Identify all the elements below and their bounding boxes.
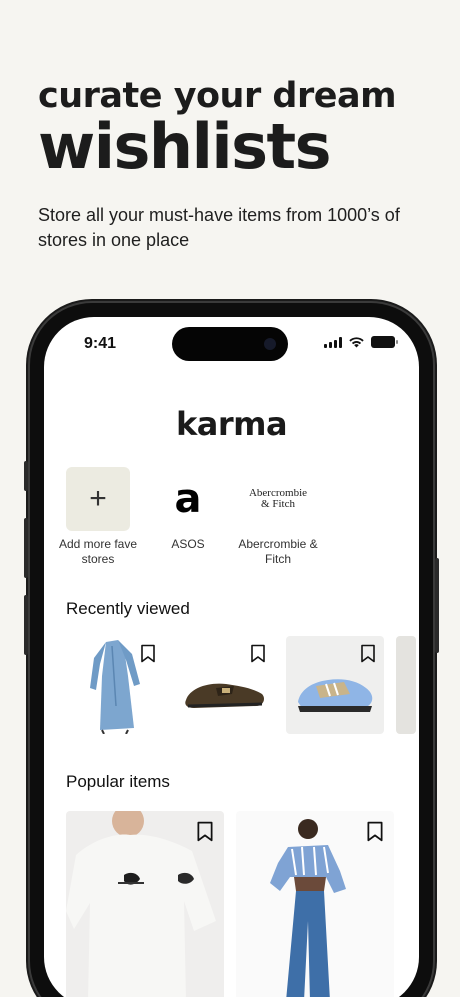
bookmark-icon[interactable]: [196, 821, 214, 842]
phone-frame: 9:41 karma + Add more fave stores a ASOS…: [24, 303, 439, 997]
store-abercrombie-label: Abercrombie & Fitch: [238, 537, 318, 566]
dynamic-island: [172, 327, 288, 361]
add-store-label: Add more fave stores: [58, 537, 138, 566]
store-asos[interactable]: a ASOS: [156, 467, 220, 567]
app-logo: karma: [175, 405, 288, 443]
abercrombie-logo: Abercrombie & Fitch: [246, 467, 310, 531]
popular-item-tee[interactable]: [66, 811, 224, 997]
add-store-tile[interactable]: +: [66, 467, 130, 531]
popular-item-outfit[interactable]: [236, 811, 394, 997]
asos-logo-text: a: [174, 476, 202, 522]
store-abercrombie[interactable]: Abercrombie & Fitch Abercrombie & Fitch: [238, 467, 318, 567]
app-screen: 9:41 karma + Add more fave stores a ASOS…: [44, 317, 419, 997]
recent-item-loafer[interactable]: [176, 636, 274, 734]
store-asos-label: ASOS: [171, 537, 205, 551]
camera-icon: [264, 338, 276, 350]
popular-items-carousel[interactable]: [66, 811, 394, 997]
bookmark-icon[interactable]: [360, 644, 376, 663]
recently-viewed-heading: Recently viewed: [66, 599, 190, 618]
status-time: 9:41: [84, 335, 117, 352]
plus-icon: +: [89, 482, 107, 515]
bookmark-icon[interactable]: [250, 644, 266, 663]
recently-viewed-carousel[interactable]: [66, 636, 416, 734]
status-icons: [324, 336, 398, 348]
hero-title-line2: wishlists: [38, 110, 332, 183]
recent-item-dress[interactable]: [66, 636, 164, 734]
signal-icon: [324, 336, 342, 348]
recent-item-next[interactable]: [396, 636, 416, 734]
phone-power-button: [435, 558, 439, 653]
battery-icon: [371, 336, 398, 348]
bookmark-icon[interactable]: [366, 821, 384, 842]
recent-item-sneaker[interactable]: [286, 636, 384, 734]
af-logo-line2: & Fitch: [261, 498, 295, 510]
bookmark-icon[interactable]: [140, 644, 156, 663]
add-store-button[interactable]: + Add more fave stores: [59, 467, 137, 567]
asos-logo: a: [156, 467, 220, 531]
phone-volume-down: [24, 595, 28, 655]
hero-subtitle: Store all your must-have items from 1000…: [38, 205, 400, 250]
phone-volume-up: [24, 518, 28, 578]
hero-headline: curate your dream wishlists: [38, 76, 438, 180]
phone-mute-switch: [24, 461, 28, 491]
stores-row: + Add more fave stores a ASOS Abercrombi…: [59, 467, 318, 567]
wifi-icon: [349, 337, 364, 348]
popular-items-heading: Popular items: [66, 772, 170, 791]
